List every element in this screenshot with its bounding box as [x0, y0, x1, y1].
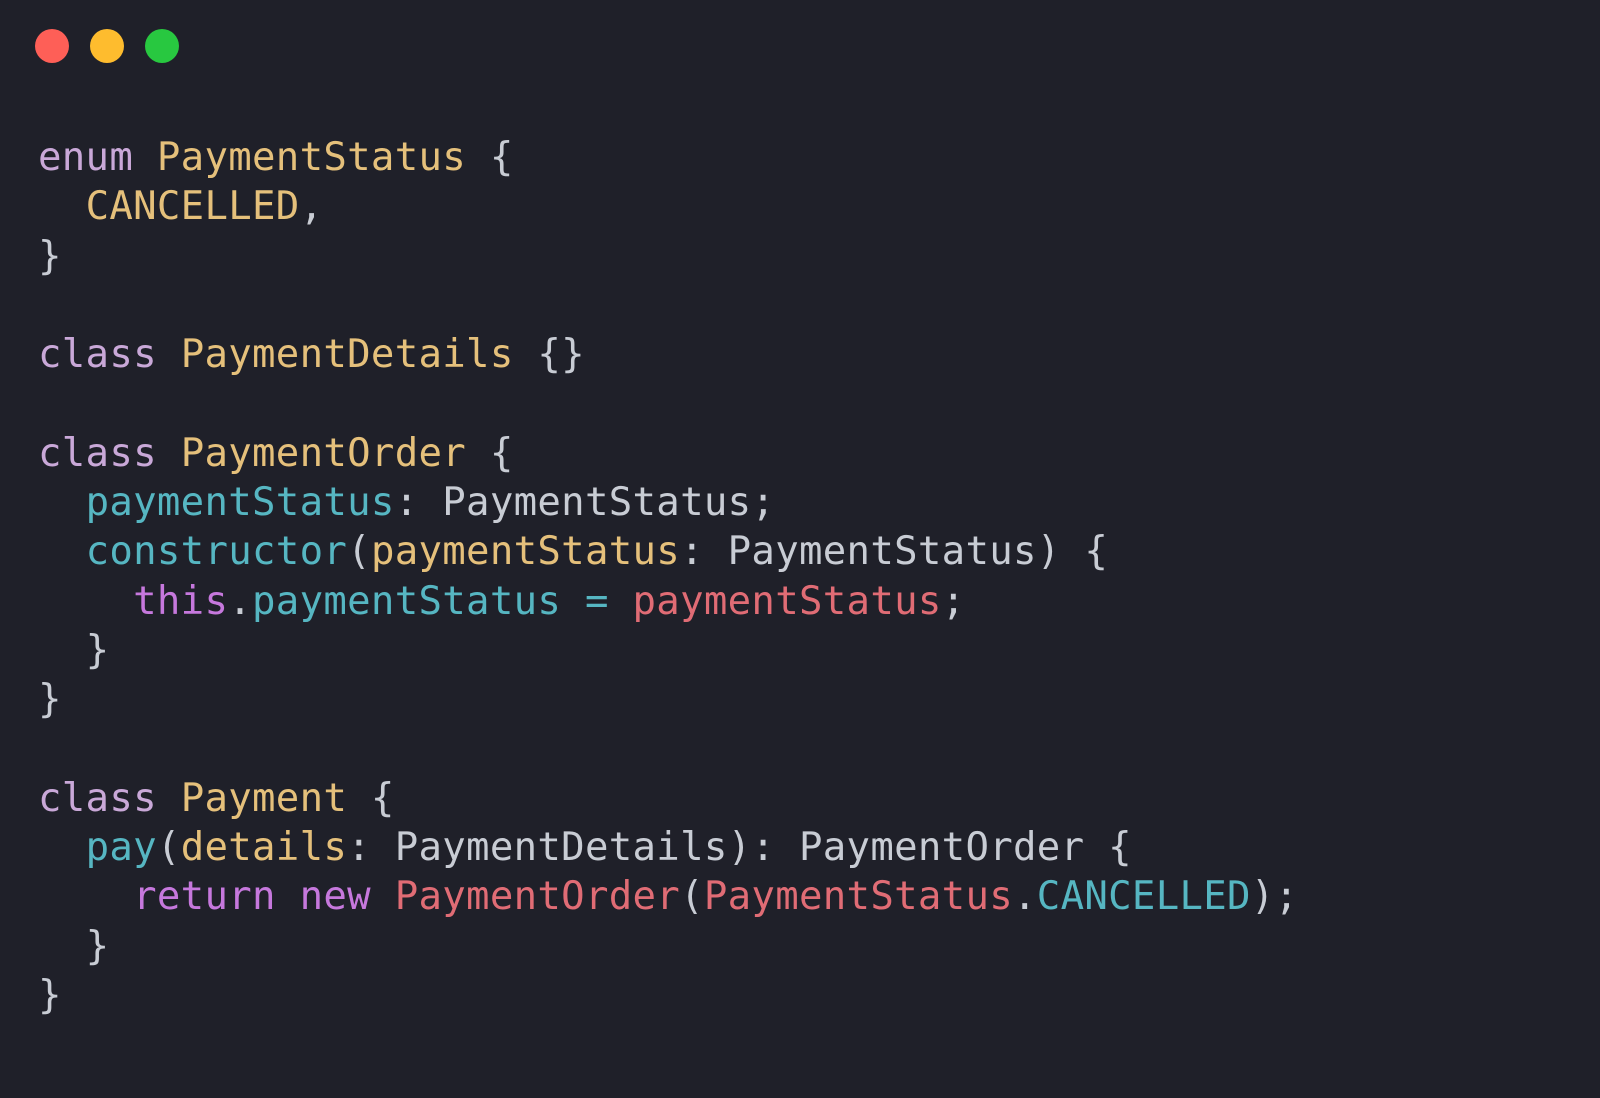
- code-token-punc: );: [1250, 874, 1299, 920]
- code-token-punc: }: [38, 973, 62, 1019]
- code-token-prop: pay: [85, 825, 157, 871]
- code-line: class Payment {: [38, 774, 1298, 823]
- code-token-punc: }: [38, 677, 62, 723]
- code-token-plain: PaymentOrder: [798, 825, 1085, 871]
- code-line: class PaymentOrder {: [38, 429, 1298, 478]
- close-button[interactable]: [35, 29, 69, 63]
- code-token-punc: ) {: [1036, 529, 1109, 575]
- code-token-punc: }: [85, 627, 110, 673]
- code-token-kw-light: enum: [38, 135, 134, 180]
- code-token-punc: .: [228, 578, 253, 624]
- code-token-type: PaymentDetails: [180, 332, 514, 378]
- code-line: pay(details: PaymentDetails): PaymentOrd…: [38, 823, 1298, 872]
- code-token-punc: ;: [751, 480, 776, 526]
- code-token-kw: return: [133, 874, 276, 920]
- zoom-button[interactable]: [145, 29, 179, 63]
- code-token-punc: :: [347, 825, 395, 871]
- code-token-punc: :: [394, 480, 443, 526]
- code-token-prop: constructor: [85, 529, 348, 575]
- code-line: paymentStatus: PaymentStatus;: [38, 478, 1298, 527]
- code-token-var: paymentStatus: [632, 578, 942, 624]
- code-window: enum PaymentStatus { CANCELLED,} class Pa…: [0, 0, 1600, 1098]
- code-token-type: PaymentOrder: [180, 430, 467, 476]
- code-line: enum PaymentStatus {: [38, 133, 1298, 182]
- code-token-prop: CANCELLED: [1036, 874, 1251, 920]
- code-token-punc: :: [680, 529, 728, 575]
- code-token-punc: ):: [727, 825, 799, 871]
- code-token-prop: =: [584, 578, 609, 624]
- code-token-prop: paymentStatus: [85, 480, 395, 526]
- code-token-punc: {}: [513, 332, 585, 378]
- code-token-plain: PaymentStatus: [727, 529, 1037, 575]
- code-line: }: [38, 922, 1298, 971]
- code-token-punc: }: [38, 233, 62, 279]
- code-token-punc: .: [1013, 874, 1037, 920]
- code-token-var: PaymentOrder: [394, 874, 681, 920]
- code-token-punc: ;: [941, 578, 966, 624]
- code-token-punc: {: [466, 135, 514, 180]
- code-token-var: PaymentStatus: [703, 874, 1014, 920]
- code-line: }: [38, 675, 1298, 724]
- code-token-punc: {: [466, 430, 514, 476]
- code-token-plain: PaymentStatus: [442, 480, 752, 526]
- code-line: CANCELLED,: [38, 182, 1298, 231]
- code-token-type: CANCELLED: [85, 184, 300, 230]
- code-token-punc: ,: [299, 184, 324, 230]
- code-token-type: paymentStatus: [370, 529, 681, 575]
- code-token-punc: (: [680, 874, 704, 920]
- code-token-punc: {: [1084, 825, 1132, 871]
- code-line: }: [38, 626, 1298, 675]
- code-token-punc: }: [85, 923, 110, 969]
- window-controls: [35, 29, 179, 63]
- code-token-kw: new: [299, 874, 371, 920]
- code-token-punc: {: [347, 775, 395, 821]
- code-line: }: [38, 971, 1298, 1020]
- code-token-kw-light: class: [38, 332, 157, 378]
- code-token-kw-light: class: [38, 430, 157, 476]
- code-token-prop: paymentStatus: [252, 578, 562, 624]
- code-token-kw-light: class: [38, 775, 157, 821]
- code-token-punc: (: [156, 825, 181, 871]
- code-token-plain: PaymentDetails: [394, 825, 728, 871]
- code-token-type: Payment: [180, 775, 348, 821]
- code-token-type: details: [180, 825, 348, 871]
- code-block: enum PaymentStatus { CANCELLED,} class Pa…: [38, 133, 1298, 1020]
- code-token-kw: this: [133, 578, 229, 624]
- code-line: return new PaymentOrder(PaymentStatus.CA…: [38, 872, 1298, 921]
- code-line: this.paymentStatus = paymentStatus;: [38, 577, 1298, 626]
- code-line: constructor(paymentStatus: PaymentStatus…: [38, 527, 1298, 576]
- code-line: class PaymentDetails {}: [38, 330, 1298, 379]
- minimize-button[interactable]: [90, 29, 124, 63]
- code-line: }: [38, 232, 1298, 281]
- code-token-punc: (: [347, 529, 371, 575]
- code-token-type: PaymentStatus: [156, 135, 467, 180]
